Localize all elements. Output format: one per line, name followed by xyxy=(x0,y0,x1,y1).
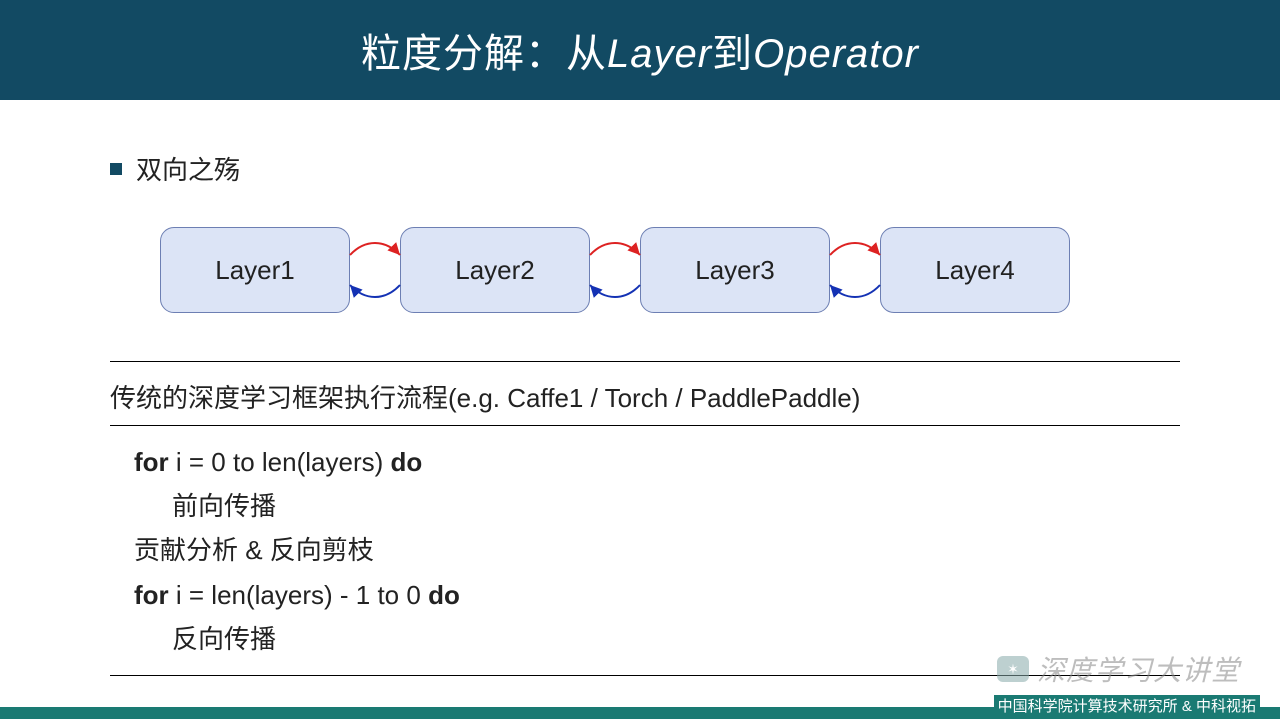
title-pre: 粒度分解：从 xyxy=(361,32,607,76)
layer1-box: Layer1 xyxy=(160,227,350,313)
algo-rule-mid xyxy=(110,425,1180,426)
algo-line-for1: for i = 0 to len(layers) do xyxy=(134,440,1180,484)
algorithm-block: 传统的深度学习框架执行流程(e.g. Caffe1 / Torch / Padd… xyxy=(110,361,1180,676)
bullet-item: 双向之殇 xyxy=(110,150,1170,187)
title-operator: Operator xyxy=(753,32,919,76)
footer: 中国科学院计算技术研究所 & 中科视拓 xyxy=(0,707,1280,719)
title-layer: Layer xyxy=(607,32,712,76)
watermark-text: 深度学习大讲堂 xyxy=(1037,649,1240,689)
wechat-icon: ✶ xyxy=(997,656,1029,682)
kw-for: for xyxy=(134,447,169,477)
bullet-icon xyxy=(110,163,122,175)
layer3-box: Layer3 xyxy=(640,227,830,313)
kw-do: do xyxy=(390,447,422,477)
title-bar: 粒度分解：从Layer到Operator xyxy=(0,0,1280,100)
content-area: 双向之殇 Layer1 Layer2 Layer3 Layer4 xyxy=(0,100,1280,676)
algo-line-fwd: 前向传播 xyxy=(134,484,1180,528)
kw-do2: do xyxy=(428,580,460,610)
algo-body: for i = 0 to len(layers) do 前向传播 贡献分析 & … xyxy=(110,440,1180,661)
layer2-box: Layer2 xyxy=(400,227,590,313)
for1-range: i = 0 to len(layers) xyxy=(169,447,391,477)
layer4-box: Layer4 xyxy=(880,227,1070,313)
slide-title: 粒度分解：从Layer到Operator xyxy=(361,21,919,79)
for2-range: i = len(layers) - 1 to 0 xyxy=(169,580,428,610)
algo-line-mid: 贡献分析 & 反向剪枝 xyxy=(134,528,1180,572)
algo-title: 传统的深度学习框架执行流程(e.g. Caffe1 / Torch / Padd… xyxy=(110,372,1180,425)
layer-diagram: Layer1 Layer2 Layer3 Layer4 xyxy=(160,215,1120,325)
title-to: 到 xyxy=(712,32,753,76)
bullet-text: 双向之殇 xyxy=(136,150,240,187)
kw-for2: for xyxy=(134,580,169,610)
algo-rule-top xyxy=(110,361,1180,362)
footer-text: 中国科学院计算技术研究所 & 中科视拓 xyxy=(994,695,1260,716)
algo-line-for2: for i = len(layers) - 1 to 0 do xyxy=(134,573,1180,617)
slide: 粒度分解：从Layer到Operator 双向之殇 Layer1 Layer2 … xyxy=(0,0,1280,719)
watermark: ✶ 深度学习大讲堂 xyxy=(997,649,1240,689)
